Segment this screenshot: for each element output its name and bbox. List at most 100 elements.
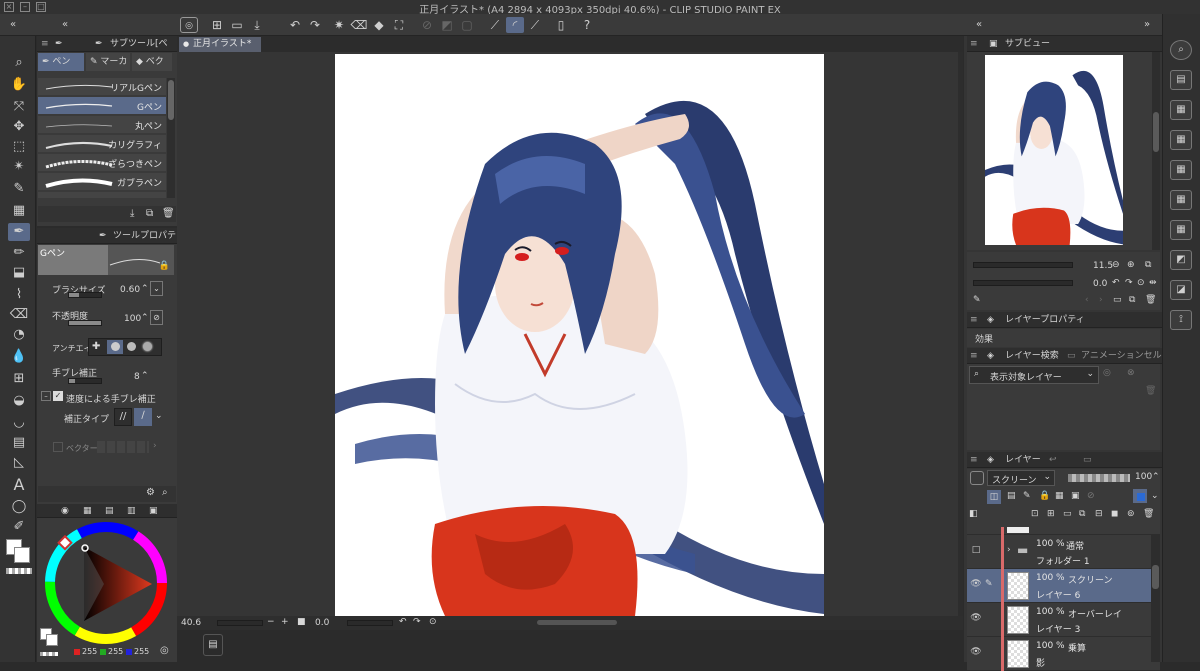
device-icon[interactable]: ▯ (552, 17, 570, 33)
brush-item-real-g-pen[interactable]: リアルGペン (38, 78, 166, 96)
lock-icon[interactable]: 🔒 (159, 261, 170, 271)
nav-zoom-value[interactable]: 11.5 (1093, 261, 1113, 271)
zoom-tool-icon[interactable]: ⌕ (8, 54, 30, 72)
auto-action-tab-icon[interactable]: ▭ (1083, 452, 1092, 468)
intermediate-color-tab-icon[interactable]: ▤ (105, 503, 114, 519)
fit-icon[interactable]: ⧉ (1145, 260, 1151, 270)
gradient-tool-icon[interactable]: ▦ (8, 202, 30, 220)
expand-folder-icon[interactable]: › (1007, 545, 1011, 555)
collapse-right-icon[interactable]: « (970, 17, 988, 33)
eyedropper-icon[interactable]: ✎ (8, 180, 30, 198)
zoom-out-icon[interactable]: − (267, 617, 275, 627)
color-mode-icon[interactable]: ◎ (160, 645, 169, 656)
invert-selection-icon[interactable]: ◩ (438, 17, 456, 33)
layer-row[interactable]: 👁 ✎ 100 % スクリーン レイヤー 6 (967, 569, 1160, 603)
clip-studio-icon[interactable]: ◎ (180, 17, 198, 33)
new-raster-layer-icon[interactable]: ⊡ (1031, 509, 1039, 519)
opacity-slider[interactable] (68, 320, 102, 326)
open-image-icon[interactable]: ▭ (1113, 295, 1122, 305)
layer-opacity-value[interactable]: 100 (1135, 472, 1152, 482)
green-value[interactable]: 255 (108, 647, 123, 656)
menu-icon[interactable]: ≡ (41, 36, 49, 52)
transparent-color-swatch[interactable] (6, 568, 32, 574)
rotation-slider[interactable] (347, 620, 393, 626)
layer-scrollbar[interactable] (1151, 535, 1160, 662)
zoom-in-icon[interactable]: + (281, 617, 289, 627)
antialias-strong-icon[interactable] (143, 342, 152, 351)
pen-tool-icon[interactable]: ✒ (8, 223, 30, 241)
zoom-reset-icon[interactable]: ■ (297, 617, 306, 627)
prev-icon[interactable]: ‹ (1085, 295, 1089, 305)
speed-stabilization-checkbox[interactable]: ✓ (53, 391, 63, 401)
layer-filter-dropdown[interactable]: ⌕ 表示対象レイヤー ⌄ (969, 366, 1099, 384)
approx-color-tab-icon[interactable]: ▥ (127, 503, 136, 519)
history-tab-icon[interactable]: ▣ (149, 503, 158, 519)
layer-search-title[interactable]: レイヤー検索 (1005, 348, 1059, 364)
trash-icon[interactable]: 🗑 (162, 208, 175, 219)
menu-icon[interactable]: ≡ (970, 348, 978, 364)
material-icon[interactable]: ▤ (1170, 70, 1192, 90)
nav-rotation-value[interactable]: 0.0 (1093, 279, 1107, 289)
eye-icon[interactable]: 👁 (970, 613, 982, 623)
layer-row[interactable]: 👁 100 % 乗算影 (967, 637, 1160, 671)
text-tool-icon[interactable]: A (8, 476, 30, 494)
new-vector-layer-icon[interactable]: ⊞ (1047, 509, 1055, 519)
antialias-selector[interactable]: ✚ (88, 338, 162, 356)
zoom-slider[interactable] (217, 620, 263, 626)
stabilization-value[interactable]: 8 (134, 372, 140, 382)
canvas-paper[interactable] (335, 54, 824, 616)
sub-color-swatch[interactable] (14, 547, 30, 563)
merge-layer-icon[interactable]: ⊟ (1095, 509, 1103, 519)
rotate-left-icon[interactable]: ↶ (399, 617, 407, 627)
antialias-none-icon[interactable]: ✚ (92, 341, 100, 352)
next-icon[interactable]: › (1099, 295, 1103, 305)
fill-tool-icon[interactable]: ◒ (8, 392, 30, 410)
fill-icon[interactable]: ◆ (370, 17, 388, 33)
color-wheel-tab-icon[interactable]: ◉ (61, 503, 69, 519)
deselect-icon[interactable]: ⊘ (418, 17, 436, 33)
blue-value[interactable]: 255 (134, 647, 149, 656)
nav-zoom-out-icon[interactable]: ⊖ (1112, 260, 1120, 270)
color-wheel[interactable] (44, 521, 168, 645)
opacity-value[interactable]: 100 (124, 314, 141, 324)
layer-color-swatch[interactable] (1133, 489, 1147, 503)
clear-icon[interactable]: ⌫ (350, 17, 368, 33)
collapse-left-icon[interactable]: « (4, 17, 22, 33)
pressure-settings-icon[interactable]: ⌄ (150, 281, 163, 296)
eye-icon[interactable]: 👁 (970, 647, 982, 657)
antialias-medium-icon[interactable] (127, 342, 136, 351)
canvas-vertical-scrollbar[interactable] (958, 52, 963, 616)
hand-tool-icon[interactable]: ✋ (8, 76, 30, 94)
red-value[interactable]: 255 (82, 647, 97, 656)
mask-enable-icon[interactable]: ▣ (1071, 491, 1080, 501)
mask-icon[interactable]: ◼ (1111, 509, 1118, 519)
ruler-display-icon[interactable]: ⊘ (1087, 491, 1095, 501)
nav-rotate-right-icon[interactable]: ↷ (1125, 278, 1133, 288)
move-layer-icon[interactable]: ✥ (8, 118, 30, 136)
nav-rotation-slider[interactable] (973, 280, 1073, 286)
download-icon[interactable]: ⤓ (130, 208, 134, 219)
flip-icon[interactable]: ⇹ (1149, 278, 1157, 288)
wrench-icon[interactable]: ⚙ (146, 487, 155, 498)
brush-item-calligraphy[interactable]: カリグラフィ (38, 135, 166, 153)
stabilization-slider[interactable] (68, 378, 102, 384)
sub-tool-tab-pen[interactable]: ✒ ペン (38, 53, 84, 71)
sub-tool-tab-vector[interactable]: ◆ ベクタ (132, 53, 172, 71)
reference-layer-icon[interactable]: ▤ (1007, 491, 1016, 501)
delete-layer-icon[interactable]: 🗑 (1143, 509, 1154, 519)
menu-icon[interactable]: ≡ (970, 36, 978, 52)
collapse-icon[interactable]: « (56, 17, 74, 33)
copy-icon[interactable]: ⧉ (146, 208, 153, 219)
expand-right-icon[interactable]: » (1138, 17, 1156, 33)
stepper-icon[interactable]: ⌃ (1152, 472, 1160, 482)
opacity-settings-icon[interactable]: ⊘ (150, 310, 163, 325)
ruler-tool-icon[interactable]: ◺ (8, 454, 30, 472)
correction-type-1-icon[interactable]: // (114, 408, 132, 426)
special-ruler-snap-icon[interactable]: ◜ (506, 17, 524, 33)
menu-icon[interactable]: ≡ (970, 312, 978, 328)
animation-cel-tab[interactable]: アニメーションセル (1081, 348, 1162, 364)
draft-layer-icon[interactable]: ✎ (1023, 491, 1031, 501)
mask-2-icon[interactable]: ⊚ (1127, 509, 1135, 519)
eyedropper-icon[interactable]: ✎ (973, 295, 981, 305)
copy-layer-icon[interactable]: ⧉ (1079, 509, 1085, 519)
